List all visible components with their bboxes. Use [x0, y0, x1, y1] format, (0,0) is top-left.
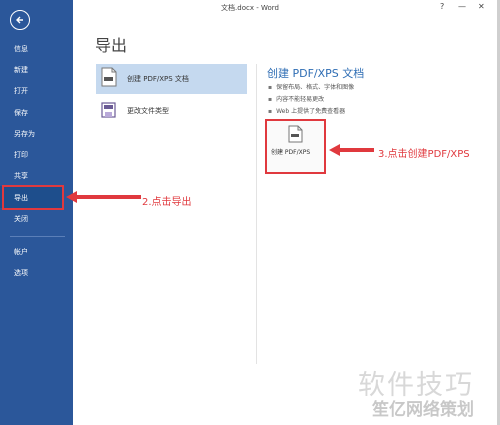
option-change-file-type-label[interactable]: 更改文件类型: [127, 106, 169, 116]
window-title: 文档.docx - Word: [221, 4, 279, 12]
option-create-pdf-label: 创建 PDF/XPS 文档: [127, 75, 189, 83]
sidebar-item-save[interactable]: 保存: [14, 108, 28, 118]
close-button[interactable]: ✕: [478, 2, 485, 11]
watermark-brand: 笙亿网络策划: [372, 400, 474, 420]
pdf-document-icon: [101, 67, 117, 87]
sidebar-item-close[interactable]: 关闭: [14, 214, 28, 224]
export-highlight-box: [2, 185, 64, 210]
pdf-button-icon: [288, 125, 303, 143]
back-arrow-icon: [16, 16, 23, 24]
sidebar-divider: [10, 236, 65, 237]
pdf-panel-title: 创建 PDF/XPS 文档: [267, 67, 365, 80]
back-button[interactable]: [10, 10, 30, 30]
page-title: 导出: [95, 36, 128, 55]
sidebar-item-print[interactable]: 打印: [14, 150, 28, 160]
sidebar-item-open[interactable]: 打开: [14, 86, 28, 96]
file-type-icon[interactable]: [101, 102, 118, 119]
sidebar-item-new[interactable]: 新建: [14, 65, 28, 75]
minimize-button[interactable]: —: [458, 2, 466, 11]
pdf-bullet-1: 保留布局、格式、字体和图像: [268, 82, 354, 91]
sidebar-item-account[interactable]: 帐户: [14, 247, 28, 257]
sidebar-item-options[interactable]: 选项: [14, 268, 28, 278]
pdf-bullet-2: 内容不能轻易更改: [268, 94, 324, 103]
panel-divider: [256, 64, 257, 364]
help-button[interactable]: ?: [440, 2, 444, 11]
pdf-bullet-3: Web 上提供了免费查看器: [268, 106, 345, 115]
create-pdf-button-label: 创建 PDF/XPS: [271, 149, 311, 156]
arrow-to-create-pdf-icon: [329, 144, 374, 156]
sidebar-item-save-as[interactable]: 另存为: [14, 129, 35, 139]
arrow-to-export-icon: [66, 191, 141, 203]
sidebar-item-info[interactable]: 信息: [14, 44, 28, 54]
annotation-step-2: 2.点击导出: [142, 197, 192, 208]
annotation-step-3: 3.点击创建PDF/XPS: [378, 149, 470, 160]
backstage-sidebar: 信息 新建 打开 保存 另存为 打印 共享 导出 关闭 帐户 选项: [0, 0, 73, 425]
sidebar-item-share[interactable]: 共享: [14, 171, 28, 181]
